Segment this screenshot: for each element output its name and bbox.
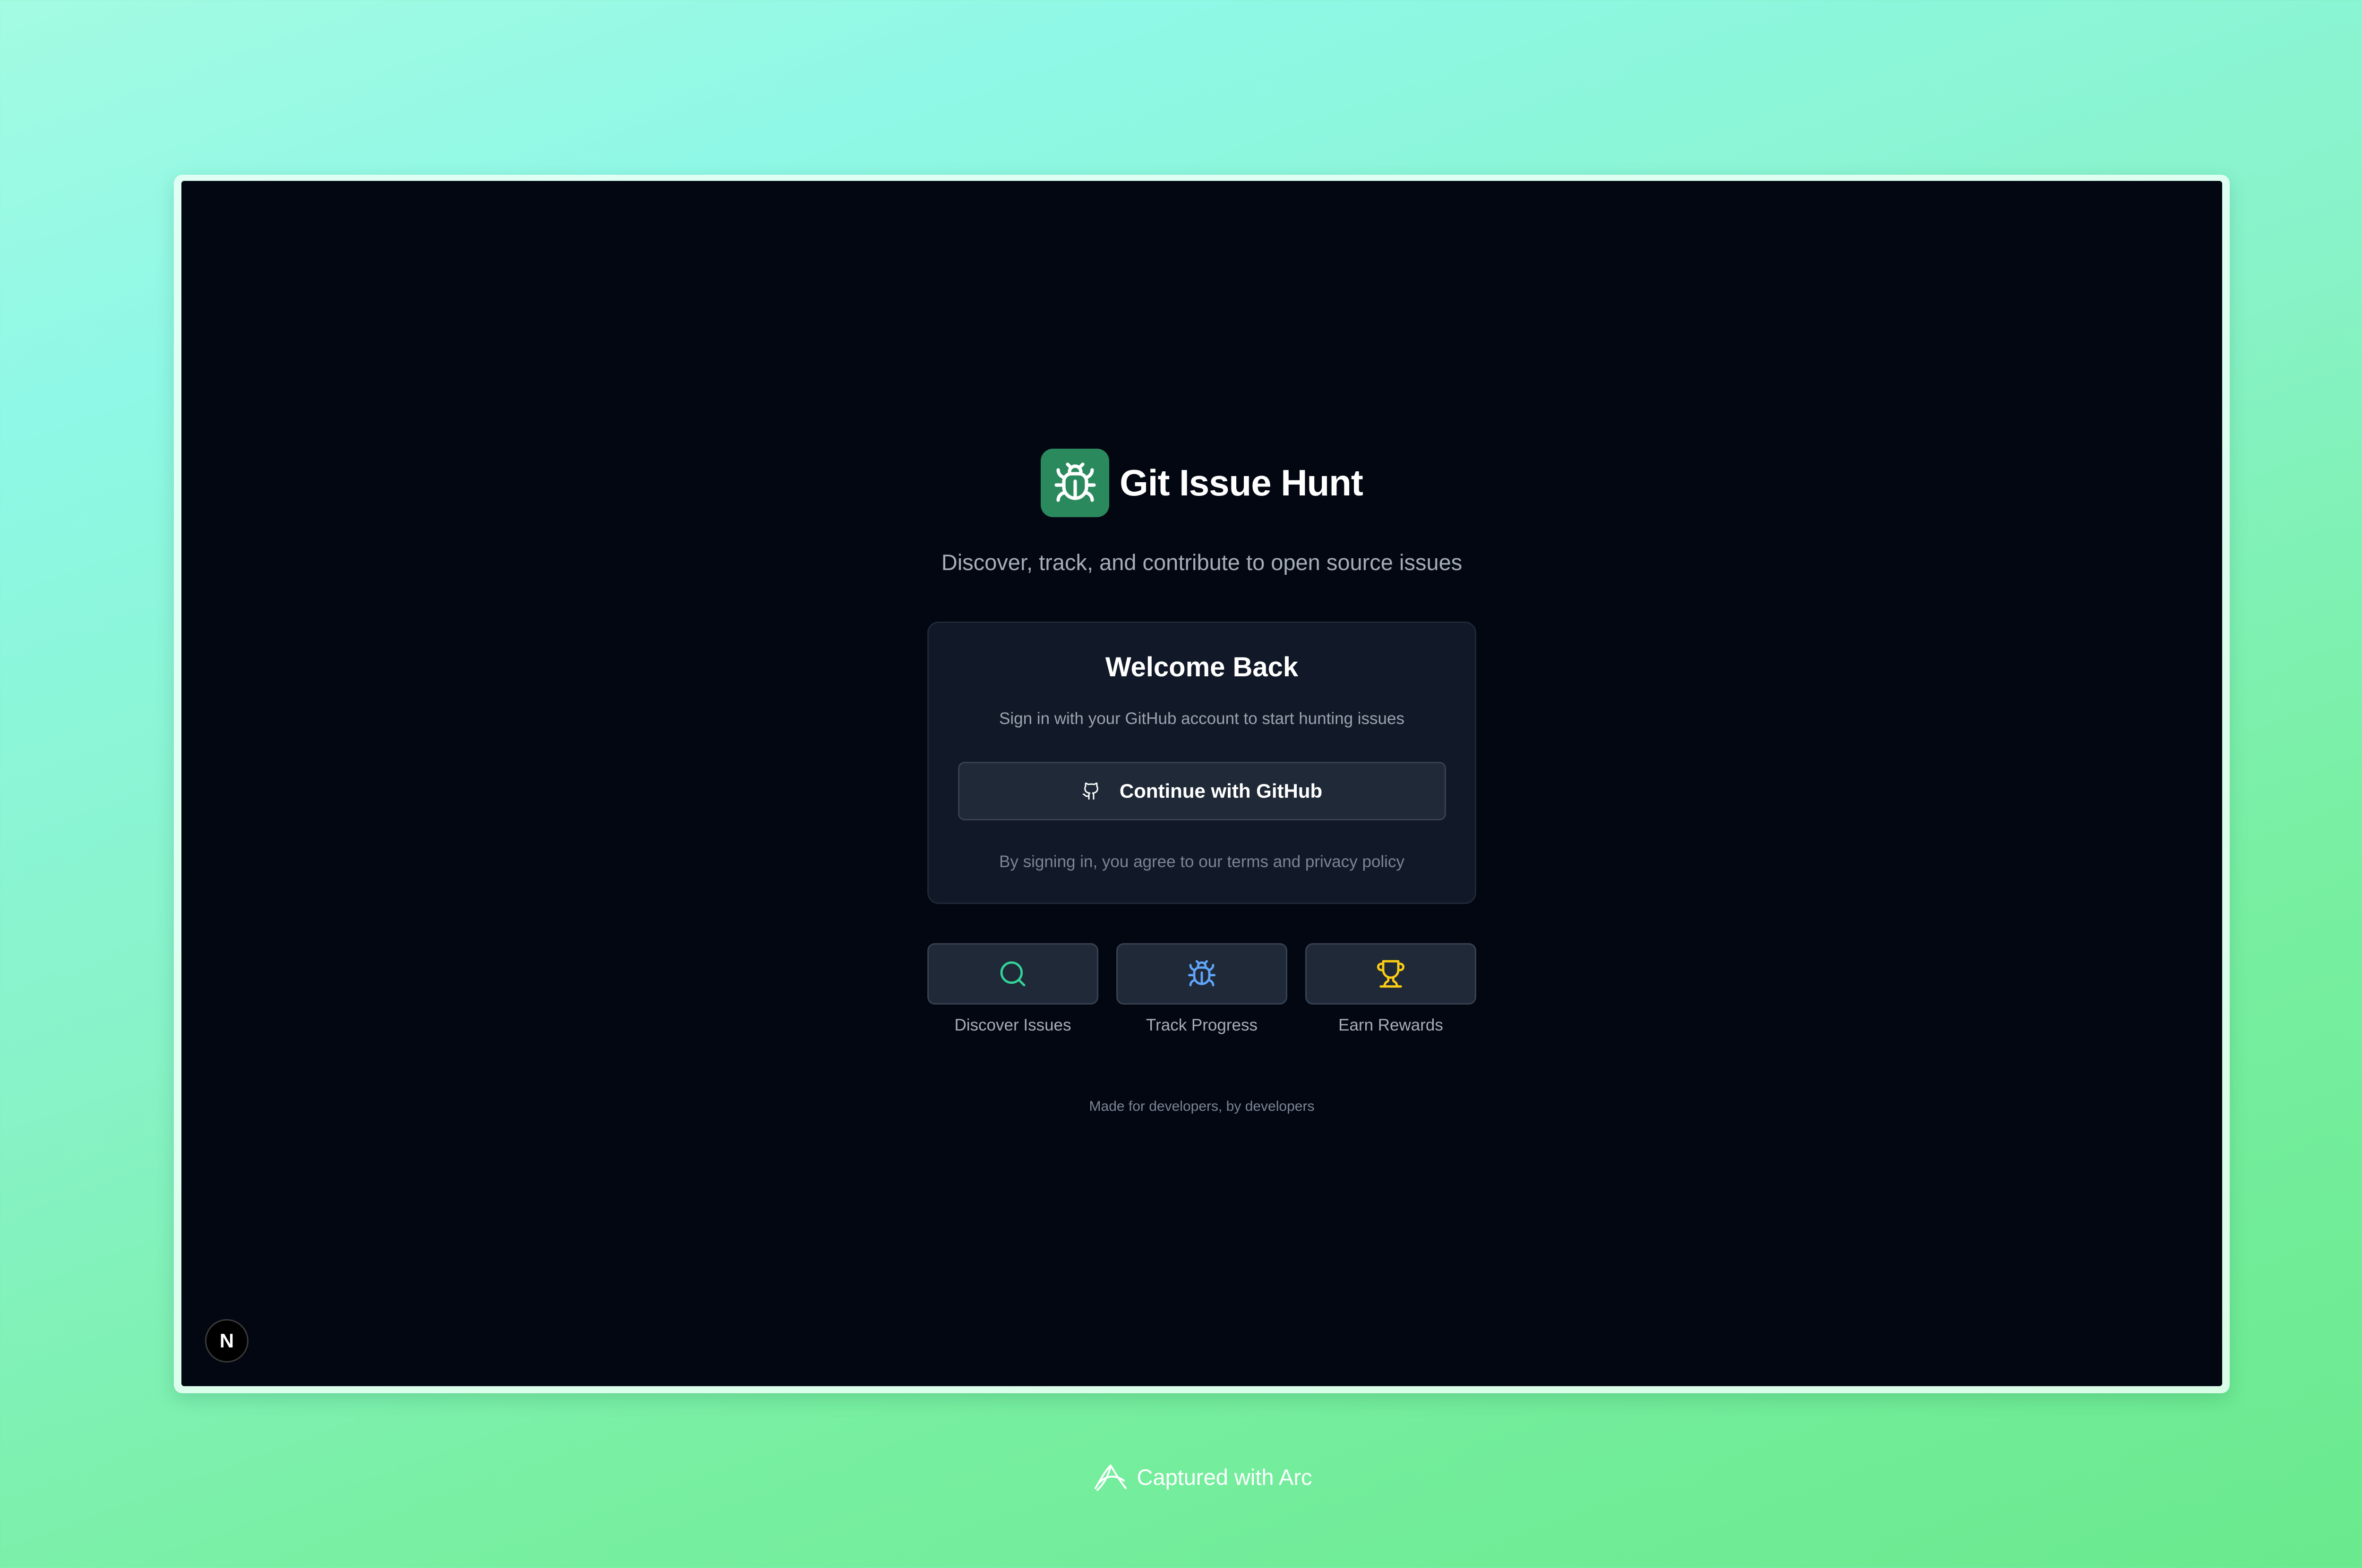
bug-icon bbox=[1188, 960, 1216, 987]
feature-list: Discover Issues Track Progress Earn Rewa… bbox=[927, 943, 1476, 1035]
feature-label: Discover Issues bbox=[954, 1016, 1071, 1034]
feature-discover-issues-tile bbox=[927, 943, 1098, 1005]
feature-earn-rewards: Earn Rewards bbox=[1305, 943, 1476, 1035]
login-card-subtitle: Sign in with your GitHub account to star… bbox=[999, 709, 1404, 728]
footer-note: Made for developers, by developers bbox=[1089, 1099, 1315, 1114]
brand-header: Git Issue Hunt bbox=[181, 449, 2222, 517]
feature-label: Earn Rewards bbox=[1338, 1016, 1443, 1034]
bug-icon bbox=[1054, 462, 1096, 502]
capture-caption-text: Captured with Arc bbox=[1137, 1464, 1312, 1490]
legal-notice: By signing in, you agree to our terms an… bbox=[999, 852, 1404, 871]
github-icon bbox=[1082, 782, 1098, 800]
login-card-title: Welcome Back bbox=[1105, 652, 1299, 682]
feature-label: Track Progress bbox=[1146, 1016, 1258, 1034]
capture-caption: Captured with Arc bbox=[0, 1462, 2362, 1492]
continue-with-github-button[interactable]: Continue with GitHub bbox=[958, 762, 1446, 820]
app-viewport: Git Issue Hunt Discover, track, and cont… bbox=[181, 181, 2222, 1386]
feature-track-progress-tile bbox=[1116, 943, 1287, 1005]
login-card: Welcome Back Sign in with your GitHub ac… bbox=[927, 622, 1476, 904]
app-logo bbox=[1041, 449, 1110, 517]
feature-track-progress: Track Progress bbox=[1116, 943, 1287, 1035]
continue-with-github-label: Continue with GitHub bbox=[1119, 780, 1323, 802]
feature-earn-rewards-tile bbox=[1305, 943, 1476, 1005]
app-title: Git Issue Hunt bbox=[1120, 462, 1363, 503]
trophy-icon bbox=[1377, 960, 1405, 988]
arc-icon bbox=[1094, 1465, 1127, 1491]
nextjs-dev-badge[interactable]: N bbox=[205, 1319, 248, 1363]
app-tagline: Discover, track, and contribute to open … bbox=[941, 550, 1463, 575]
search-icon bbox=[1000, 961, 1026, 987]
feature-discover-issues: Discover Issues bbox=[927, 943, 1098, 1035]
nextjs-icon: N bbox=[219, 1329, 234, 1352]
